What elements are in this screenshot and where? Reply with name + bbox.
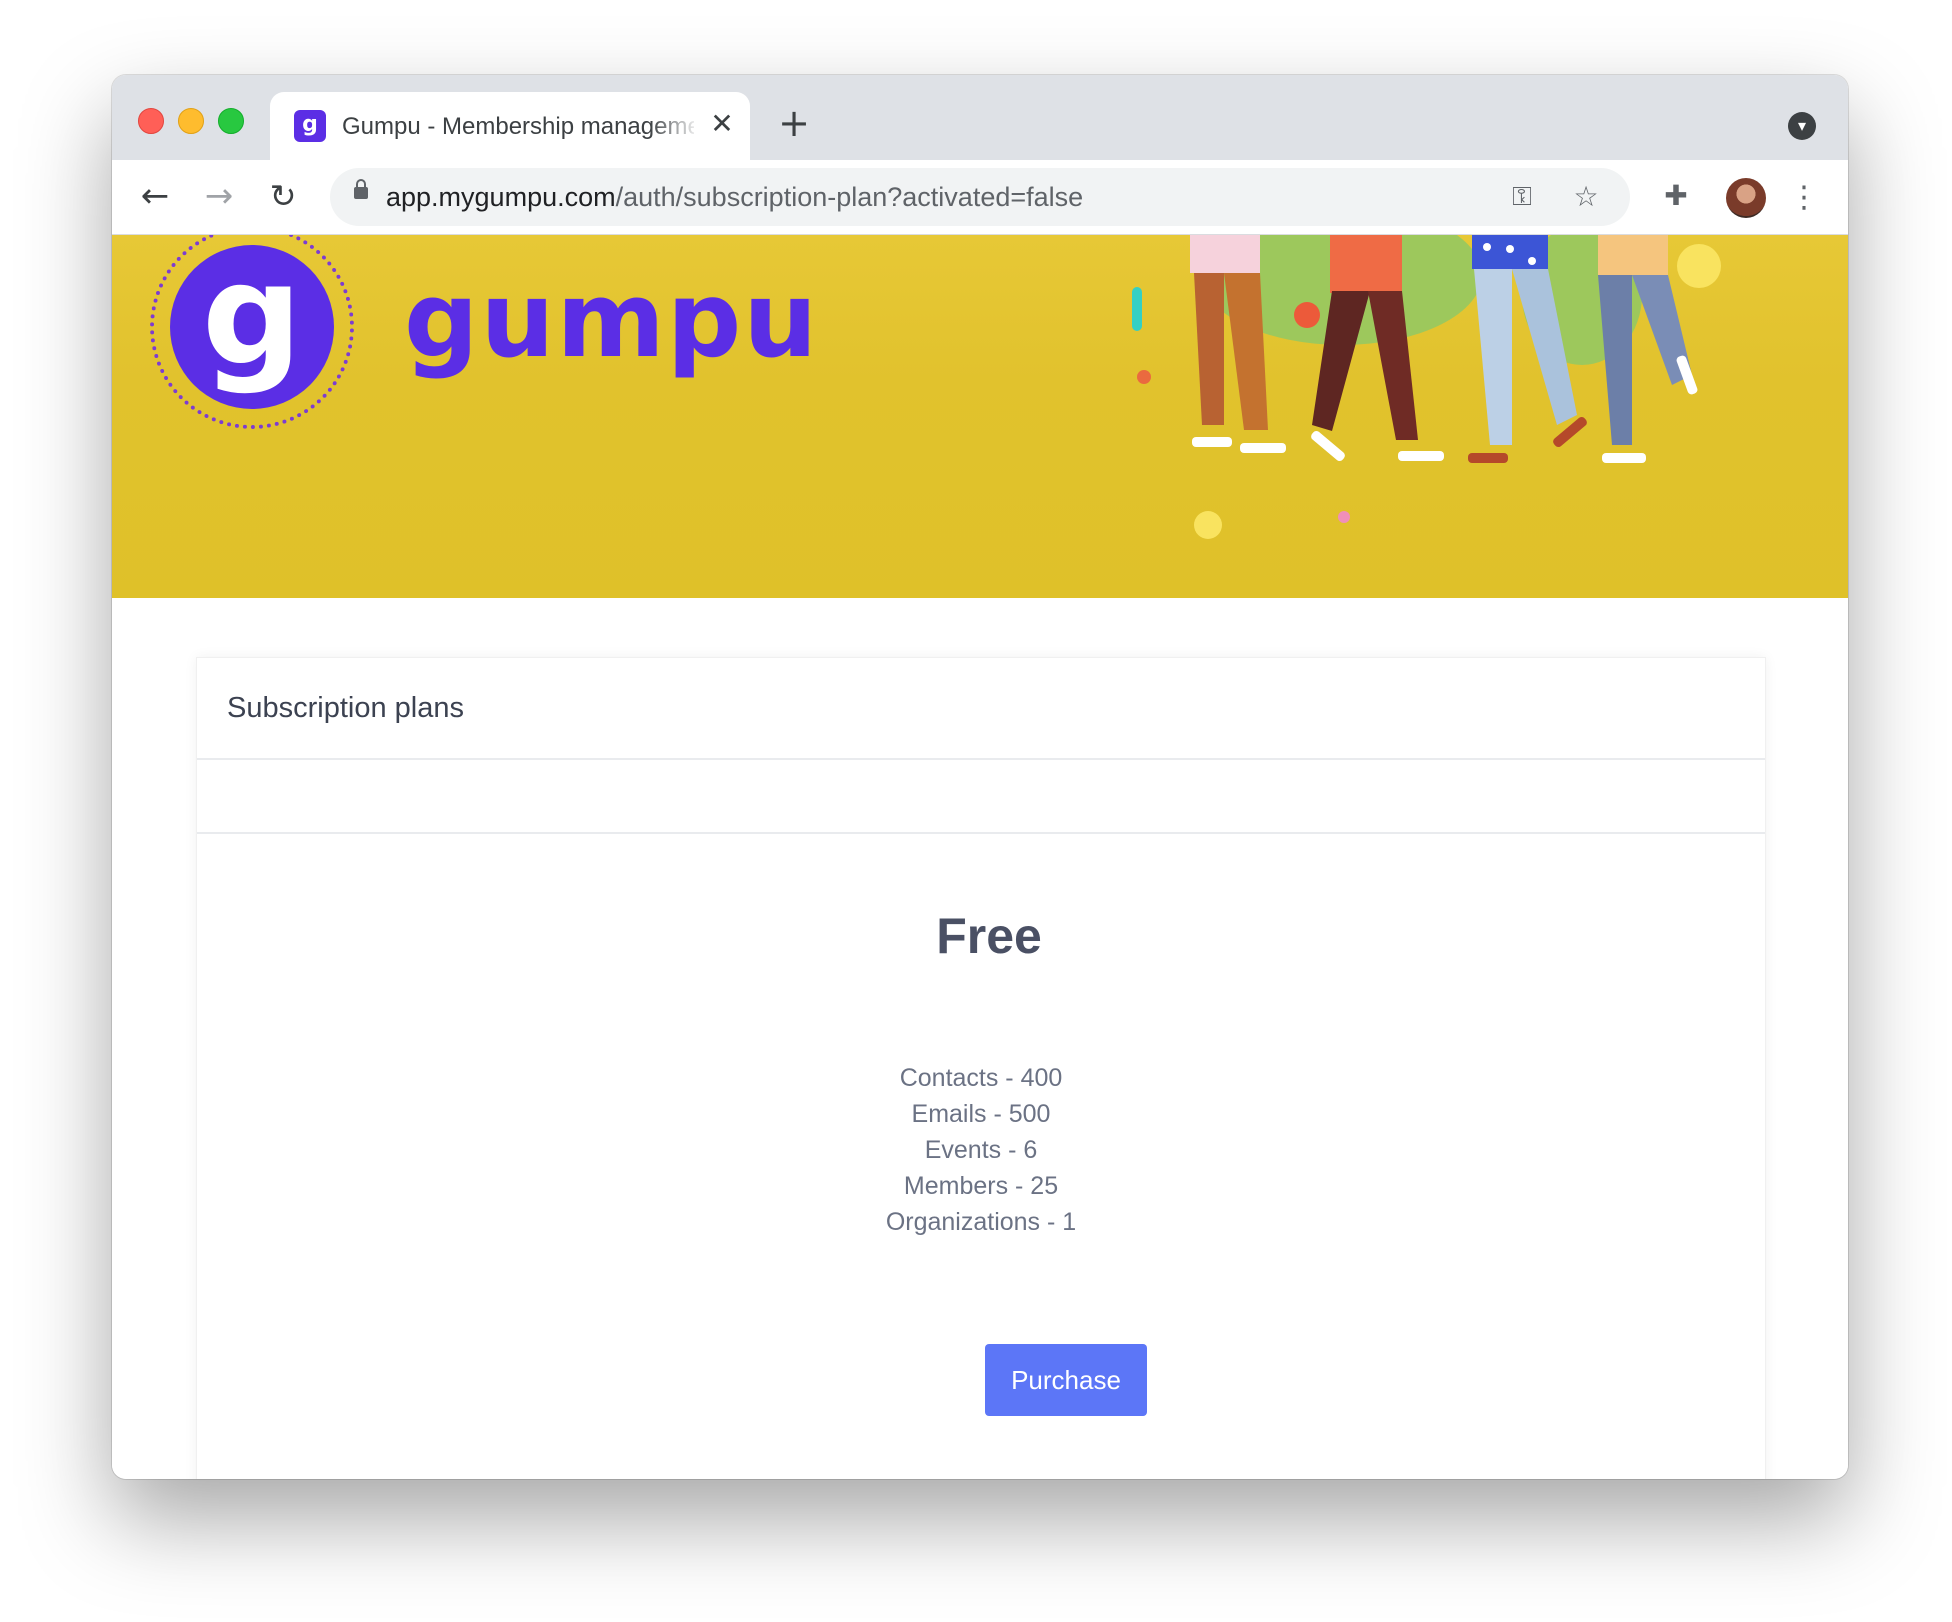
url-path: /auth/subscription-plan?activated=false <box>615 182 1084 212</box>
plan-feature-contacts: Contacts - 400 <box>899 1064 1063 1092</box>
purchase-button[interactable]: Purchase <box>985 1344 1147 1416</box>
walking-people-illustration <box>1132 235 1721 539</box>
address-bar[interactable]: app.mygumpu.com/auth/subscription-plan?a… <box>330 168 1630 226</box>
plan-features-list: Contacts - 400 Emails - 500 Events - 6 M… <box>197 1060 1765 1240</box>
key-icon[interactable]: ⚿ <box>1504 179 1540 215</box>
tab-title-fade <box>650 102 700 150</box>
plan-feature-organizations: Organizations - 1 <box>885 1208 1077 1236</box>
lock-icon[interactable] <box>354 179 368 199</box>
plan-name: Free <box>936 908 1042 964</box>
tab-title: Gumpu - Membership management <box>342 113 694 140</box>
header-banner: g gumpu <box>112 235 1848 598</box>
more-vert-icon[interactable]: ⋮ <box>1788 178 1820 218</box>
url-host: app.mygumpu.com <box>386 182 616 212</box>
star-icon[interactable]: ☆ <box>1568 179 1604 215</box>
url-text[interactable]: app.mygumpu.com/auth/subscription-plan?a… <box>386 178 1083 216</box>
new-tab-icon[interactable]: + <box>772 101 816 145</box>
logo-g-icon: g <box>201 235 303 397</box>
tab-close-icon[interactable]: ✕ <box>706 108 738 140</box>
plan-feature-members: Members - 25 <box>903 1172 1059 1200</box>
card-header: Subscription plans <box>197 658 1765 760</box>
tab-search-icon[interactable]: ▾ <box>1788 112 1816 140</box>
plan-feature-events: Events - 6 <box>924 1136 1038 1164</box>
back-arrow-icon[interactable]: ← <box>132 174 178 220</box>
logo-wordmark: gumpu <box>404 259 820 381</box>
forward-arrow-icon[interactable]: → <box>196 174 242 220</box>
avatar[interactable] <box>1726 178 1766 218</box>
puzzle-icon[interactable]: ✚ <box>1658 178 1694 214</box>
card-subheader <box>197 758 1765 834</box>
plan-feature-emails: Emails - 500 <box>911 1100 1051 1128</box>
browser-toolbar: ← → ↻ app.mygumpu.com/auth/subscription-… <box>112 160 1848 235</box>
tab-strip: g Gumpu - Membership management ✕ + ▾ <box>112 75 1848 160</box>
browser-window: g Gumpu - Membership management ✕ + ▾ ← … <box>112 75 1848 1479</box>
plan-free: Free Contacts - 400 Emails - 500 Events … <box>197 832 1765 1479</box>
close-window-button[interactable] <box>138 108 164 134</box>
browser-tab[interactable]: g Gumpu - Membership management ✕ <box>270 92 750 160</box>
favicon-icon: g <box>294 110 326 142</box>
minimize-window-button[interactable] <box>178 108 204 134</box>
card-title: Subscription plans <box>227 692 464 724</box>
maximize-window-button[interactable] <box>218 108 244 134</box>
reload-icon[interactable]: ↻ <box>260 174 306 220</box>
page-content: g gumpu Subscription plans Free Contacts… <box>112 235 1848 1479</box>
subscription-card: Subscription plans Free Contacts - 400 E… <box>196 657 1766 1479</box>
